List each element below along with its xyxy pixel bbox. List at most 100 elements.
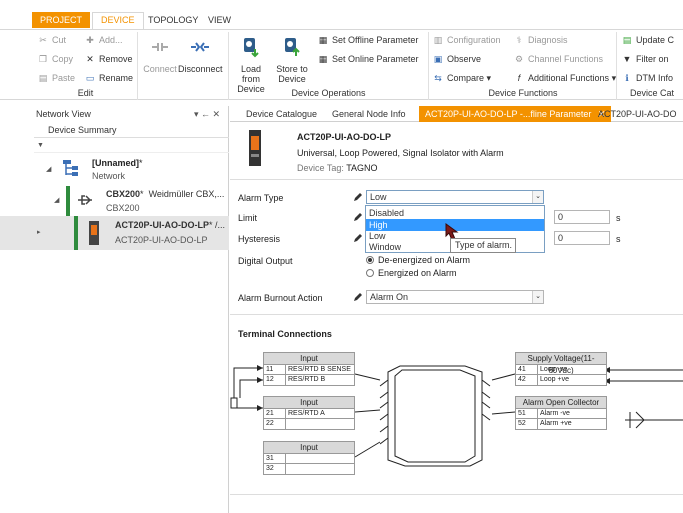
set-online-parameter-button[interactable]: ▦ Set Online Parameter xyxy=(318,52,419,66)
device-summary-header[interactable]: Device Summary xyxy=(34,122,229,138)
terminal-row: 51 Alarm -ve xyxy=(516,409,606,419)
tree-node-cbx200[interactable]: ◢ CBX200* Weidmüller CBX,... CBX200 xyxy=(34,186,229,216)
alarm-type-label: Alarm Type xyxy=(238,193,284,203)
info-icon: ℹ xyxy=(625,73,629,83)
paste-label: Paste xyxy=(52,73,76,83)
usb-icon xyxy=(78,195,92,205)
add-button[interactable]: ✚ Add... xyxy=(85,33,122,47)
disconnect-button[interactable]: Disconnect xyxy=(178,35,223,74)
terminal-supply: Supply Voltage(11-60Vdc) 41 Loop -ve 42 Lo… xyxy=(515,352,607,386)
filter-icon: ▼ xyxy=(37,142,44,149)
tree-node-network[interactable]: ◢ [Unnamed]* Network xyxy=(34,156,229,184)
filter-label: Filter on xyxy=(636,54,669,64)
connect-icon xyxy=(152,43,168,51)
update-label: Update C xyxy=(636,35,675,45)
filter-row[interactable]: ▼ xyxy=(34,139,229,153)
terminal-row: 41 Loop -ve xyxy=(516,365,606,375)
tooltip: Type of alarm. xyxy=(450,238,516,253)
tab-project[interactable]: PROJECT xyxy=(32,12,91,28)
expand-icon: ◢ xyxy=(46,166,52,173)
node-name: CBX200* Weidmüller CBX,... xyxy=(106,189,225,199)
device-operations-group-label: Device Operations xyxy=(291,88,366,98)
tab-general-node-info[interactable]: General Node Info xyxy=(326,106,412,122)
observe-icon: ▣ xyxy=(433,54,443,64)
paste-button[interactable]: ▤ Paste xyxy=(38,71,75,85)
filter-button[interactable]: ▼ Filter on xyxy=(622,52,669,66)
set-offline-parameter-button[interactable]: ▦ Set Offline Parameter xyxy=(318,33,419,47)
function-icon: f xyxy=(517,73,521,83)
group-separator xyxy=(228,32,229,100)
pencil-icon xyxy=(354,293,362,301)
chevron-down-icon: ⌄ xyxy=(532,191,543,203)
remove-button[interactable]: ✕ Remove xyxy=(85,52,132,66)
tab-act20p-online[interactable]: ACT20P-UI-AO-DO xyxy=(592,106,683,122)
dtm-info-button[interactable]: ℹ DTM Info xyxy=(622,71,673,85)
terminal-row: 22 xyxy=(264,419,354,429)
terminal-title: Terminal Connections xyxy=(238,329,332,339)
hysteresis-input[interactable]: 0 xyxy=(554,231,610,245)
status-bar xyxy=(66,186,70,216)
additional-functions-button[interactable]: f Additional Functions ▾ xyxy=(514,71,616,85)
load-from-device-button[interactable]: Load from Device xyxy=(231,35,271,94)
terminal-input-3: Input 31 32 xyxy=(263,441,355,475)
terminal-row: 21 RES/RTD A xyxy=(264,409,354,419)
dropdown-arrow-icon: ▾ xyxy=(484,73,492,83)
tree-node-act20p[interactable]: ▸ ACT20P-UI-AO-DO-LP* /... ACT20P-UI-AO-… xyxy=(0,216,229,250)
paste-icon: ▤ xyxy=(38,73,48,83)
limit-input[interactable]: 0 xyxy=(554,210,610,224)
observe-label: Observe xyxy=(447,54,482,64)
dtm-info-label: DTM Info xyxy=(636,73,674,83)
radio-de-energized[interactable] xyxy=(366,256,374,264)
cut-label: Cut xyxy=(52,35,67,45)
configuration-button[interactable]: ▥ Configuration xyxy=(433,33,501,47)
update-icon: ▤ xyxy=(622,35,632,45)
copy-button[interactable]: ❐ Copy xyxy=(38,52,73,66)
input-3-header: Input xyxy=(264,442,354,454)
divider xyxy=(230,314,683,315)
network-view-panel: Network View ▾ ← ✕ Device Summary ▼ ◢ [U… xyxy=(0,106,229,513)
channel-functions-icon: ⚙ xyxy=(514,54,524,64)
burnout-label: Alarm Burnout Action xyxy=(238,293,323,303)
pencil-icon xyxy=(354,234,362,242)
rename-icon: ▭ xyxy=(85,73,95,83)
expand-arrow-icon: ▸ xyxy=(37,229,41,236)
cut-button[interactable]: ✂ Cut xyxy=(38,33,66,47)
alarm-type-select[interactable]: Low ⌄ xyxy=(366,190,544,204)
update-catalogue-button[interactable]: ▤ Update C xyxy=(622,33,674,47)
divider xyxy=(230,179,683,180)
node-name: ACT20P-UI-AO-DO-LP* /... xyxy=(115,220,226,230)
copy-icon: ❐ xyxy=(38,54,48,64)
expand-icon: ◢ xyxy=(54,197,60,204)
tab-offline-parameter[interactable]: ACT20P-UI-AO-DO-LP -...fline Parameter ✕ xyxy=(419,106,612,122)
tab-topology[interactable]: TOPOLOGY xyxy=(140,13,206,28)
terminal-row: 12 RES/RTD B xyxy=(266,375,326,385)
device-catalogue-group-label: Device Cat xyxy=(630,88,675,98)
observe-button[interactable]: ▣ Observe xyxy=(433,52,481,66)
terminal-alarm: Alarm Open Collector 51 Alarm -ve 52 Alarm… xyxy=(515,396,607,430)
dropdown-option-disabled[interactable]: Disabled xyxy=(366,207,544,219)
ribbon-tab-bar: PROJECT DEVICE TOPOLOGY VIEW xyxy=(0,0,683,30)
parameter-page: ACT20P-UI-AO-DO-LP Universal, Loop Power… xyxy=(230,122,683,513)
tab-view[interactable]: VIEW xyxy=(200,13,239,28)
terminal-row: 32 xyxy=(264,464,354,474)
connect-label: Connect xyxy=(143,64,177,74)
burnout-select[interactable]: Alarm On ⌄ xyxy=(366,290,544,304)
additional-functions-label: Additional Functions xyxy=(528,73,610,83)
radio-energized[interactable] xyxy=(366,269,374,277)
tab-device-catalogue[interactable]: Device Catalogue xyxy=(240,106,323,122)
diagnosis-button[interactable]: ⚕ Diagnosis xyxy=(514,33,568,47)
compare-button[interactable]: ⇆ Compare ▾ xyxy=(433,71,491,85)
scissors-icon: ✂ xyxy=(39,35,47,45)
panel-controls[interactable]: ▾ ← ✕ xyxy=(194,106,220,122)
channel-functions-button[interactable]: ⚙ Channel Functions xyxy=(514,52,603,66)
connect-button[interactable]: Connect xyxy=(142,35,178,74)
tab-device[interactable]: DEVICE xyxy=(92,12,144,30)
store-to-device-button[interactable]: Store to Device xyxy=(272,35,312,84)
diagnosis-label: Diagnosis xyxy=(528,35,568,45)
digital-output-label: Digital Output xyxy=(238,256,293,266)
terminal-row: 52 Alarm +ve xyxy=(518,419,572,429)
terminal-row: 11 RES/RTD B SENSE xyxy=(264,365,354,375)
node-name: [Unnamed]* xyxy=(92,158,143,168)
rename-button[interactable]: ▭ Rename xyxy=(85,71,133,85)
chevron-down-icon: ⌄ xyxy=(532,291,543,303)
